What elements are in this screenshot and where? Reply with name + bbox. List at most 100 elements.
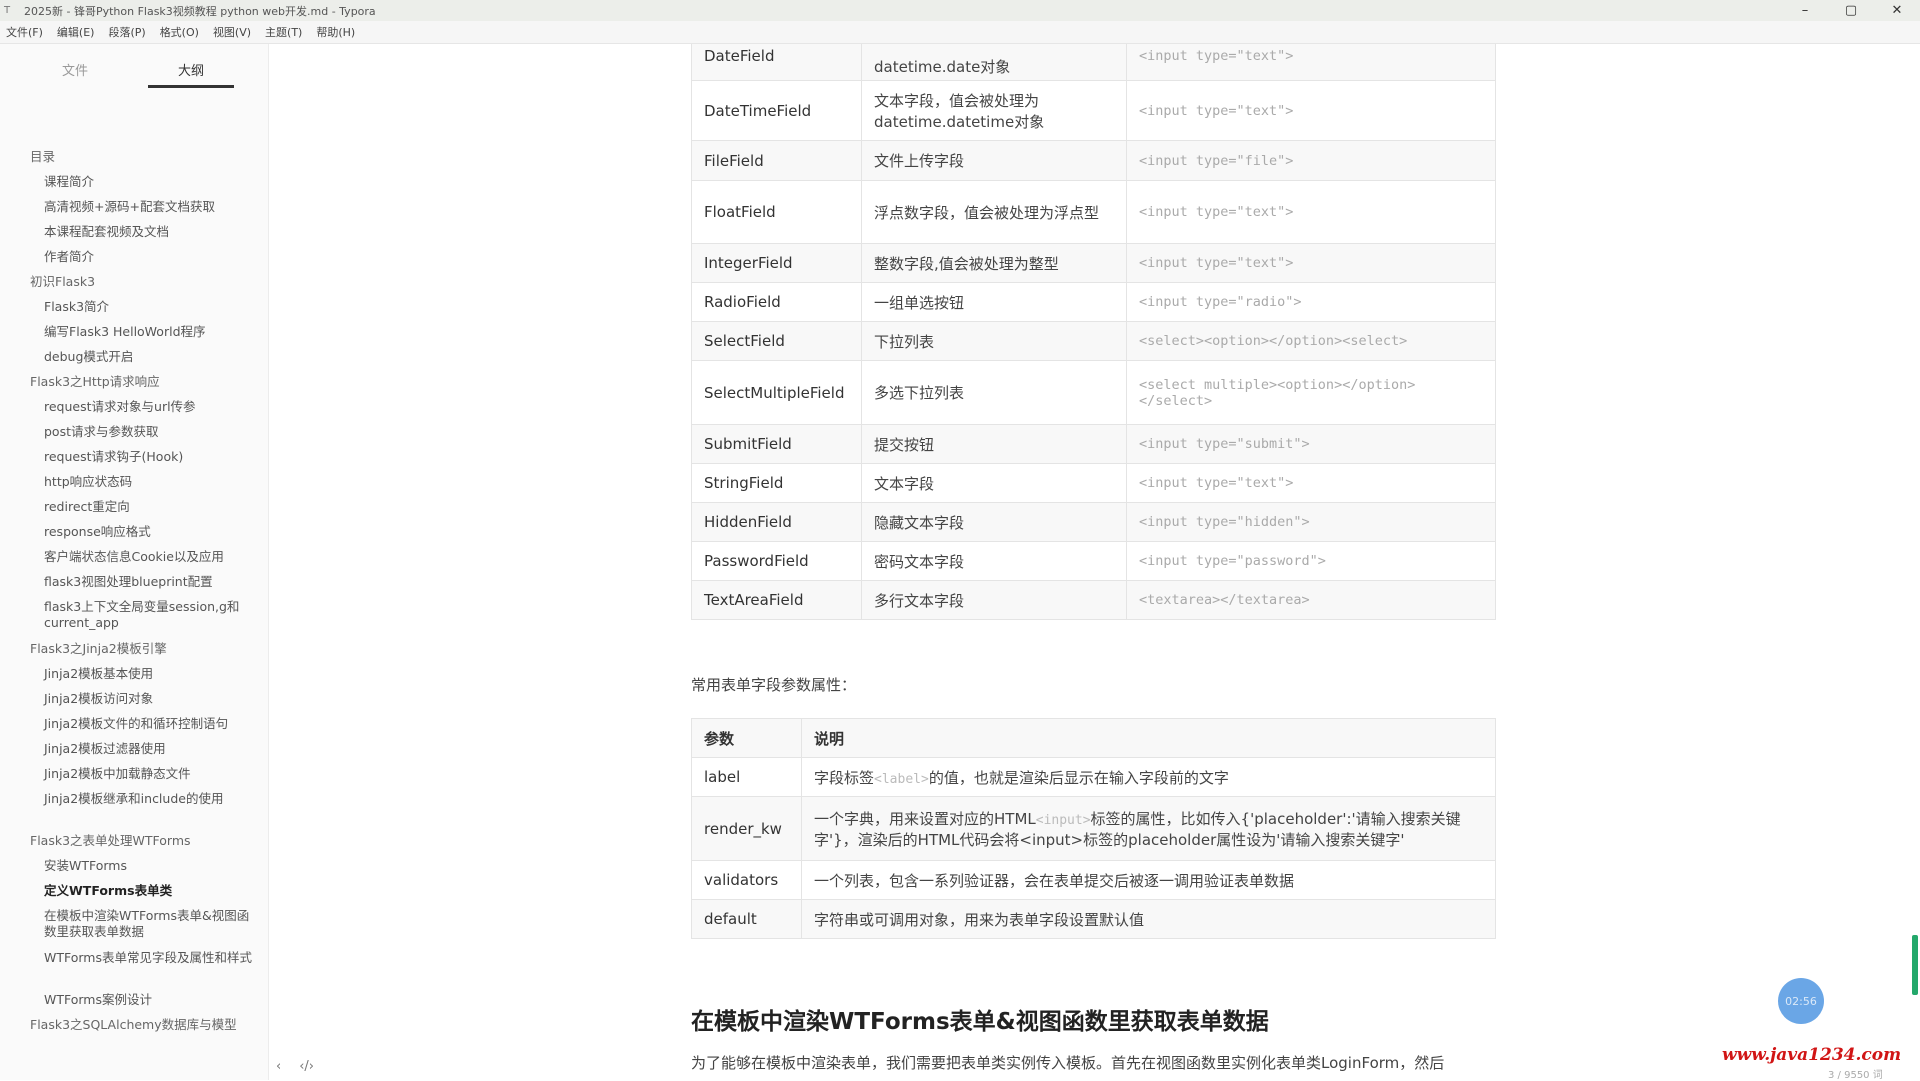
menu-help[interactable]: 帮助(H) [310, 24, 363, 40]
field-name: DateTimeField [691, 80, 862, 141]
params-table: 参数 说明 label 字段标签<label>的值，也就是渲染后显示在输入字段前… [691, 718, 1496, 939]
table-row: TextAreaField 多行文本字段 <textarea></textare… [691, 580, 1496, 620]
table-row: FileField 文件上传字段 <input type="file"> [691, 140, 1496, 181]
outline-item[interactable]: Flask3简介 [44, 299, 109, 315]
param-desc: 一个字典，用来设置对应的HTML<input>标签的属性，比如传入{'place… [801, 796, 1496, 861]
outline-item[interactable]: 课程简介 [44, 174, 94, 190]
outline-item[interactable]: Jinja2模板过滤器使用 [44, 741, 166, 757]
field-desc: 文本字段 [861, 463, 1127, 503]
section-heading: 在模板中渲染WTForms表单&视图函数里获取表单数据 [691, 1009, 1269, 1035]
field-name: SelectMultipleField [691, 360, 862, 425]
outline-item[interactable]: 在模板中渲染WTForms表单&视图函数里获取表单数据 [44, 908, 252, 940]
menu-edit[interactable]: 编辑(E) [51, 24, 103, 40]
outline-item[interactable]: Flask3之Jinja2模板引擎 [30, 641, 167, 657]
table-row: SelectMultipleField 多选下拉列表 <select multi… [691, 360, 1496, 425]
outline-item[interactable]: redirect重定向 [44, 499, 130, 515]
field-name: PasswordField [691, 541, 862, 581]
param-desc: 一个列表，包含一系列验证器，会在表单提交后被逐一调用验证表单数据 [801, 860, 1496, 900]
outline-item[interactable]: http响应状态码 [44, 474, 132, 490]
outline-item[interactable]: WTForms案例设计 [44, 992, 152, 1008]
outline-item[interactable]: 本课程配套视频及文档 [44, 224, 169, 240]
maximize-button[interactable]: ▢ [1828, 0, 1874, 21]
table-row: label 字段标签<label>的值，也就是渲染后显示在输入字段前的文字 [691, 757, 1496, 797]
outline-item[interactable]: 高清视频+源码+配套文档获取 [44, 199, 215, 215]
field-html: <input type="file"> [1126, 140, 1496, 181]
field-desc: 多行文本字段 [861, 580, 1127, 620]
field-desc: 浮点数字段，值会被处理为浮点型 [861, 180, 1127, 244]
field-html: <input type="password"> [1126, 541, 1496, 581]
field-html: <select multiple><option></option></sele… [1126, 360, 1496, 425]
outline-item[interactable]: 初识Flask3 [30, 274, 95, 290]
menu-file[interactable]: 文件(F) [0, 24, 51, 40]
outline-item[interactable]: Jinja2模板访问对象 [44, 691, 153, 707]
menu-format[interactable]: 格式(O) [154, 24, 207, 40]
outline-item[interactable]: Flask3之Http请求响应 [30, 374, 160, 390]
minimize-button[interactable]: – [1782, 0, 1828, 21]
close-button[interactable]: ✕ [1874, 0, 1920, 21]
window-title: 2025新 - 锋哥Python Flask3视频教程 python web开发… [24, 4, 376, 18]
field-html: <input type="text"> [1126, 80, 1496, 141]
field-name: FloatField [691, 180, 862, 244]
outline-item-active[interactable]: 定义WTForms表单类 [44, 883, 172, 899]
table-row: IntegerField 整数字段,值会被处理为整型 <input type="… [691, 243, 1496, 283]
recording-timer-badge: 02:56 [1778, 978, 1824, 1024]
outline-item[interactable]: Jinja2模板中加载静态文件 [44, 766, 191, 782]
field-name: RadioField [691, 282, 862, 322]
outline-item[interactable]: WTForms表单常见字段及属性和样式 [44, 950, 252, 966]
param-name: label [691, 757, 802, 797]
table-row: FloatField 浮点数字段，值会被处理为浮点型 <input type="… [691, 180, 1496, 244]
field-html: <input type="radio"> [1126, 282, 1496, 322]
typora-app-icon: T [4, 5, 11, 16]
editor-area[interactable]: DateField datetime.date对象 <input type="t… [268, 44, 1920, 1080]
outline-item[interactable]: post请求与参数获取 [44, 424, 159, 440]
word-count[interactable]: 3 / 9550 词 [1828, 1066, 1883, 1081]
outline-item[interactable]: Flask3之SQLAlchemy数据库与模型 [30, 1017, 237, 1033]
watermark: www.java1234.com [1722, 1045, 1902, 1065]
table-row: RadioField 一组单选按钮 <input type="radio"> [691, 282, 1496, 322]
table-header-row: 参数 说明 [691, 718, 1496, 758]
outline-item[interactable]: 客户端状态信息Cookie以及应用 [44, 549, 224, 565]
outline-item[interactable]: 安装WTForms [44, 858, 127, 874]
table-row: HiddenField 隐藏文本字段 <input type="hidden"> [691, 502, 1496, 542]
param-name: validators [691, 860, 802, 900]
table-row: DateField datetime.date对象 <input type="t… [691, 44, 1496, 81]
field-html: <textarea></textarea> [1126, 580, 1496, 620]
outline-item[interactable]: 目录 [30, 149, 55, 165]
outline-item[interactable]: Flask3之表单处理WTForms [30, 833, 191, 849]
field-desc: 文本字段，值会被处理为 datetime.datetime对象 [861, 80, 1127, 141]
tab-outline[interactable]: 大纲 [148, 60, 234, 79]
field-desc: 提交按钮 [861, 424, 1127, 464]
sidebar-tabs: 文件 大纲 [0, 44, 268, 88]
outline-item[interactable]: flask3视图处理blueprint配置 [44, 574, 213, 590]
field-html: <input type="text"> [1126, 463, 1496, 503]
field-html: <input type="submit"> [1126, 424, 1496, 464]
outline-item[interactable]: Jinja2模板文件的和循环控制语句 [44, 716, 228, 732]
sidebar: 文件 大纲 目录 课程简介 高清视频+源码+配套文档获取 本课程配套视频及文档 … [0, 44, 269, 1080]
table-row: validators 一个列表，包含一系列验证器，会在表单提交后被逐一调用验证表… [691, 860, 1496, 900]
outline-item[interactable]: Jinja2模板基本使用 [44, 666, 153, 682]
outline-item[interactable]: response响应格式 [44, 524, 151, 540]
tab-files[interactable]: 文件 [32, 60, 118, 79]
outline-item[interactable]: request请求对象与url传参 [44, 399, 196, 415]
menu-view[interactable]: 视图(V) [207, 24, 259, 40]
outline-item[interactable]: request请求钩子(Hook) [44, 449, 183, 465]
outline-item[interactable]: 编写Flask3 HelloWorld程序 [44, 324, 206, 340]
field-desc: datetime.date对象 [861, 44, 1127, 81]
fields-table: DateField datetime.date对象 <input type="t… [691, 44, 1496, 620]
scrollbar-thumb[interactable] [1912, 935, 1918, 995]
menu-paragraph[interactable]: 段落(P) [102, 24, 153, 40]
param-name: default [691, 899, 802, 939]
outline-item[interactable]: debug模式开启 [44, 349, 133, 365]
paragraph: 为了能够在模板中渲染表单，我们需要把表单类实例传入模板。首先在视图函数里实例化表… [691, 1054, 1445, 1072]
field-name: DateField [691, 44, 862, 81]
field-name: StringField [691, 463, 862, 503]
param-desc: 字符串或可调用对象，用来为表单字段设置默认值 [801, 899, 1496, 939]
field-desc: 隐藏文本字段 [861, 502, 1127, 542]
outline-item[interactable]: flask3上下文全局变量session,g和current_app [44, 599, 252, 631]
outline-item[interactable]: 作者简介 [44, 249, 94, 265]
outline-item[interactable]: Jinja2模板继承和include的使用 [44, 791, 252, 807]
table-row: StringField 文本字段 <input type="text"> [691, 463, 1496, 503]
table-row: DateTimeField 文本字段，值会被处理为 datetime.datet… [691, 80, 1496, 141]
menu-theme[interactable]: 主题(T) [259, 24, 310, 40]
field-html: <input type="text"> [1126, 180, 1496, 244]
